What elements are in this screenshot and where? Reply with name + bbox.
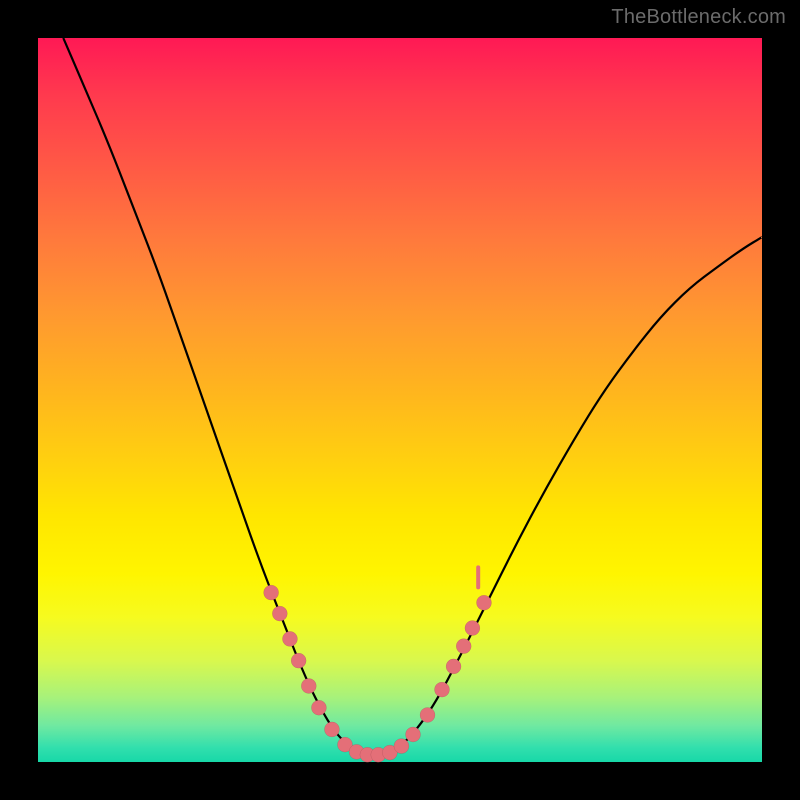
marker-dot	[264, 585, 279, 600]
marker-dot	[434, 682, 449, 697]
marker-dot	[446, 659, 461, 674]
marker-dot	[291, 653, 306, 668]
marker-dot	[311, 700, 326, 715]
chart-frame: TheBottleneck.com	[0, 0, 800, 800]
marker-dot	[456, 639, 471, 654]
marker-dot	[282, 631, 297, 646]
marker-dot	[476, 595, 491, 610]
marker-dot	[420, 707, 435, 722]
marker-dot	[406, 727, 421, 742]
marker-dot	[272, 606, 287, 621]
chart-overlay	[38, 38, 762, 762]
marker-dot	[324, 722, 339, 737]
marker-dot	[301, 678, 316, 693]
bottleneck-curve	[63, 38, 762, 755]
data-markers	[264, 567, 492, 762]
watermark-text: TheBottleneck.com	[611, 6, 786, 29]
marker-dot	[394, 739, 409, 754]
marker-dot	[465, 621, 480, 636]
